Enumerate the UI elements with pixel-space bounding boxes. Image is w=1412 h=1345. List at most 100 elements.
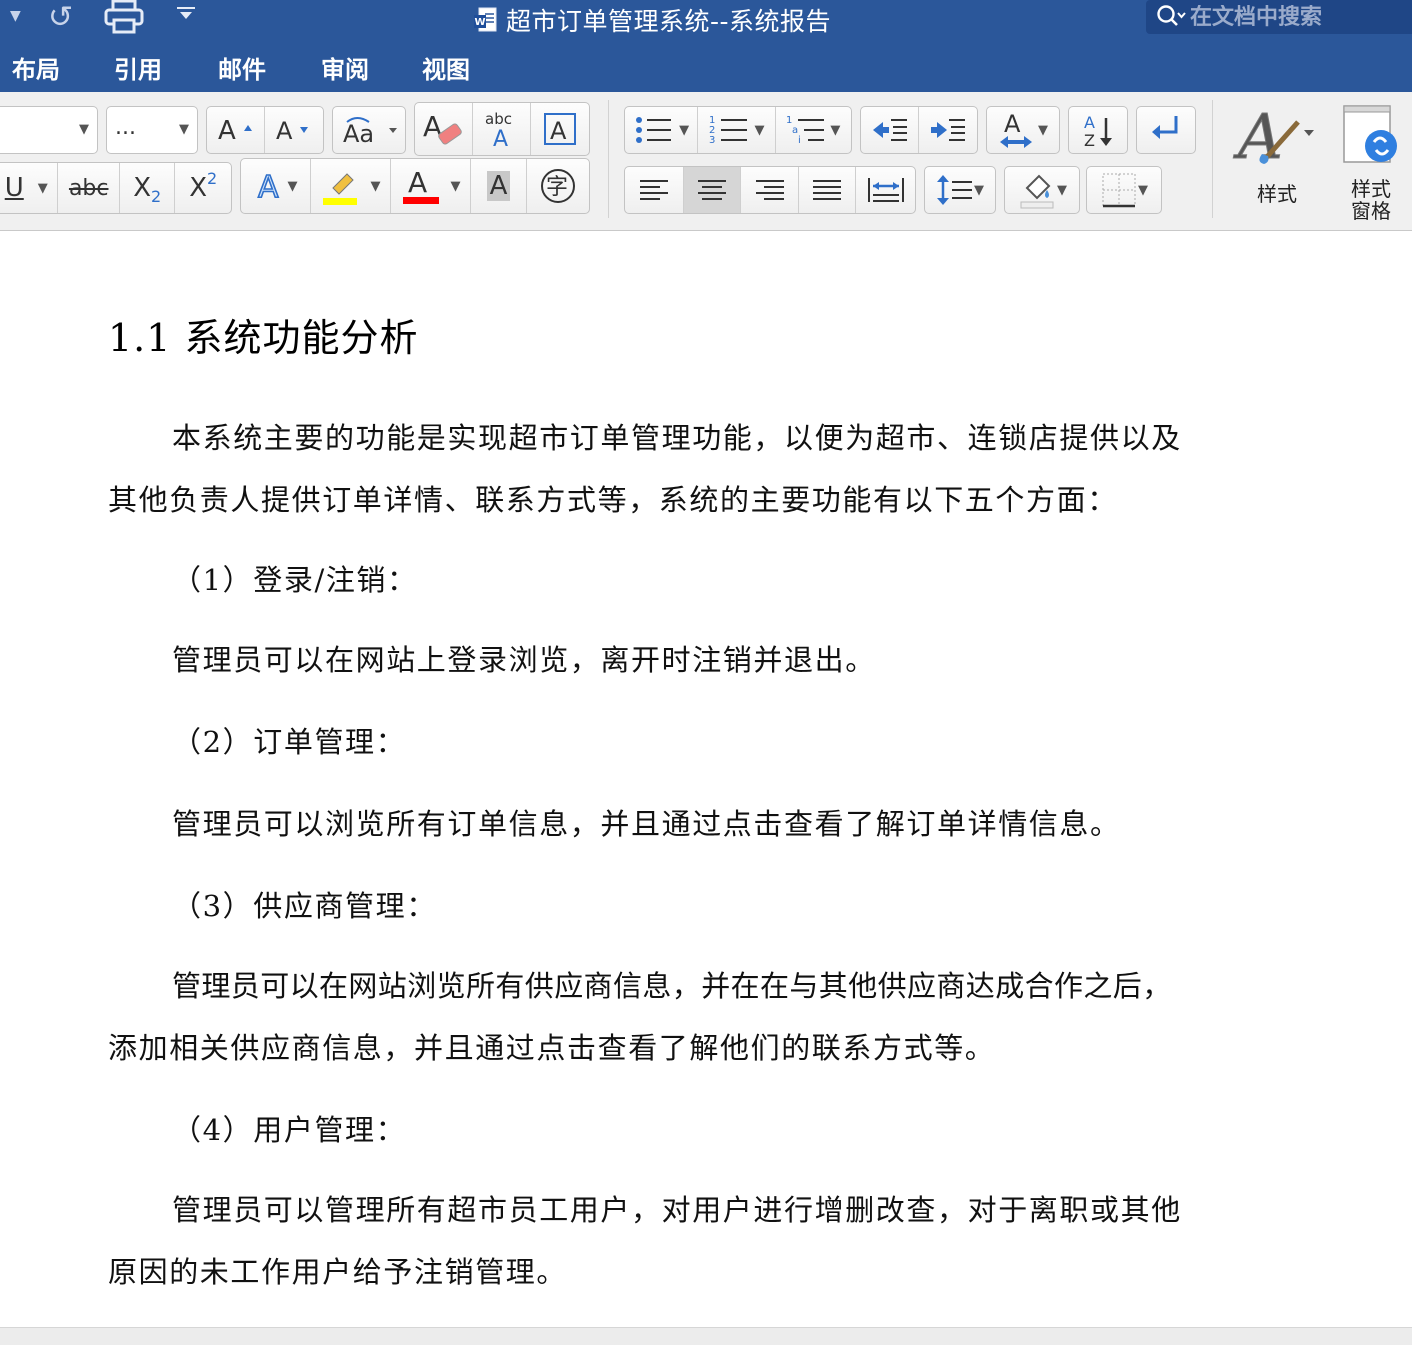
- body-paragraph: 原因的未工作用户给予注销管理。: [108, 1255, 568, 1289]
- enclose-characters-icon[interactable]: 字: [527, 159, 589, 213]
- indent-group: [860, 106, 978, 154]
- body-paragraph: 本系统主要的功能是实现超市订单管理功能，以便为超市、连锁店提供以及: [172, 421, 1182, 455]
- chevron-down-icon[interactable]: ▼: [38, 181, 48, 196]
- borders-icon[interactable]: ▼: [1087, 167, 1161, 213]
- chevron-down-icon[interactable]: ▼: [1057, 183, 1067, 198]
- asian-layout-icon[interactable]: A ▼: [987, 107, 1059, 153]
- underline-icon[interactable]: U ▼: [0, 163, 59, 213]
- tab-layout[interactable]: 布局: [12, 44, 60, 90]
- list-heading: （2）订单管理：: [172, 725, 407, 759]
- borders-group: ▼: [1086, 166, 1162, 214]
- chevron-down-icon[interactable]: ▼: [288, 179, 298, 194]
- svg-text:Z: Z: [1084, 131, 1095, 150]
- chevron-down-icon[interactable]: ▼: [79, 122, 89, 137]
- dropdown-arrow-icon[interactable]: ▼: [10, 8, 21, 24]
- svg-text:A: A: [258, 170, 279, 203]
- font-name-select[interactable]: ▼: [0, 106, 98, 154]
- chevron-down-icon[interactable]: ▼: [830, 123, 840, 138]
- list-heading: （3）供应商管理：: [172, 889, 437, 923]
- superscript-icon[interactable]: X2: [175, 163, 231, 213]
- tab-references[interactable]: 引用: [114, 44, 162, 90]
- body-paragraph: 管理员可以浏览所有订单信息，并且通过点击查看了解订单详情信息。: [172, 807, 1121, 841]
- font-style-group: U ▼ abc X2 X2: [0, 162, 232, 214]
- redo-icon[interactable]: ↺: [48, 0, 73, 35]
- page-gap: [0, 1327, 1412, 1345]
- strikethrough-icon[interactable]: abc: [58, 163, 120, 213]
- svg-text:Aa: Aa: [343, 120, 374, 148]
- chevron-down-icon[interactable]: ▼: [451, 179, 461, 194]
- justify-icon[interactable]: [799, 167, 857, 213]
- styles-pane-label-line1: 样式: [1351, 177, 1391, 201]
- asian-layout-group: A ▼: [986, 106, 1060, 154]
- ribbon-separator: [608, 100, 609, 218]
- character-shading-icon[interactable]: A: [471, 159, 527, 213]
- styles-label: 样式: [1257, 182, 1297, 206]
- tab-review[interactable]: 审阅: [321, 44, 369, 90]
- grow-font-icon[interactable]: A: [207, 107, 265, 153]
- clear-formatting-icon[interactable]: A: [415, 103, 473, 155]
- ribbon-home: ▼ ... ▼ A A Aa A abc A A U ▼ abc X 2 X 2…: [0, 92, 1412, 231]
- styles-button[interactable]: A 样式: [1232, 100, 1322, 218]
- scrolled-text-fragment: [108, 215, 508, 233]
- line-spacing-group: ▼: [924, 166, 996, 214]
- bullets-icon[interactable]: ▼: [625, 107, 699, 153]
- window-title: 超市订单管理系统--系统报告: [506, 7, 832, 36]
- document-page[interactable]: 1.1 系统功能分析 本系统主要的功能是实现超市订单管理功能，以便为超市、连锁店…: [0, 231, 1412, 1345]
- list-group: ▼ 123 ▼ 1ai ▼: [624, 106, 852, 154]
- text-effects-icon[interactable]: A ▼: [241, 159, 311, 213]
- distributed-icon[interactable]: [856, 167, 915, 213]
- svg-text:A: A: [493, 127, 508, 150]
- chevron-down-icon[interactable]: ▼: [179, 122, 189, 137]
- increase-indent-icon[interactable]: [919, 107, 977, 153]
- svg-text:A: A: [276, 117, 293, 145]
- font-size-value: ...: [115, 115, 136, 140]
- print-icon[interactable]: [104, 0, 144, 34]
- customize-toolbar-icon[interactable]: [176, 6, 196, 26]
- svg-text:W: W: [474, 17, 485, 28]
- sort-icon[interactable]: AZ: [1069, 107, 1127, 153]
- shading-icon[interactable]: ▼: [1005, 167, 1079, 213]
- document-search[interactable]: [1146, 0, 1412, 34]
- text-format-group: A abc A A: [414, 102, 590, 156]
- change-case-icon[interactable]: Aa: [333, 107, 405, 153]
- section-heading: 1.1 系统功能分析: [108, 316, 419, 360]
- search-input[interactable]: [1186, 4, 1390, 30]
- styles-pane-label-line2: 窗格: [1351, 199, 1391, 223]
- chevron-down-icon[interactable]: ▼: [1038, 123, 1048, 138]
- decrease-indent-icon[interactable]: [861, 107, 920, 153]
- chevron-down-icon[interactable]: ▼: [679, 123, 689, 138]
- tab-view[interactable]: 视图: [422, 44, 470, 90]
- search-icon[interactable]: [1156, 4, 1186, 30]
- styles-pane-button[interactable]: 样式 窗格: [1336, 100, 1406, 222]
- list-heading: （4）用户管理：: [172, 1113, 407, 1147]
- align-left-icon[interactable]: [625, 167, 684, 213]
- body-paragraph: 添加相关供应商信息，并且通过点击查看了解他们的联系方式等。: [108, 1031, 996, 1065]
- chevron-down-icon[interactable]: ▼: [974, 183, 984, 198]
- tab-mailings[interactable]: 邮件: [218, 44, 266, 90]
- subscript-icon[interactable]: X2: [120, 163, 176, 213]
- highlight-icon[interactable]: ▼: [311, 159, 391, 213]
- window-title-group: W 超市订单管理系统--系统报告: [474, 4, 831, 36]
- chevron-down-icon[interactable]: ▼: [755, 123, 765, 138]
- show-marks-icon[interactable]: [1137, 107, 1195, 153]
- center-icon[interactable]: [683, 167, 742, 213]
- svg-text:A: A: [550, 117, 567, 145]
- numbering-icon[interactable]: 123 ▼: [698, 107, 776, 153]
- styles-icon: A: [1233, 100, 1314, 174]
- phonetic-guide-icon[interactable]: abc A: [473, 103, 531, 155]
- chevron-down-icon[interactable]: ▼: [371, 179, 381, 194]
- font-size-select[interactable]: ... ▼: [106, 106, 198, 154]
- svg-text:A: A: [1004, 110, 1021, 138]
- chevron-down-icon[interactable]: ▼: [1138, 183, 1148, 198]
- ribbon-tab-bar: 布局 引用 邮件 审阅 视图: [0, 44, 470, 90]
- body-paragraph: 管理员可以在网站浏览所有供应商信息，并在在与其他供应商达成合作之后，: [172, 969, 1172, 1003]
- shading-group: ▼: [1004, 166, 1080, 214]
- line-spacing-icon[interactable]: ▼: [925, 167, 995, 213]
- body-paragraph: 其他负责人提供订单详情、联系方式等，系统的主要功能有以下五个方面：: [108, 483, 1118, 517]
- styles-pane-label: 样式 窗格: [1336, 178, 1406, 222]
- shrink-font-icon[interactable]: A: [265, 107, 323, 153]
- multilevel-list-icon[interactable]: 1ai ▼: [776, 107, 851, 153]
- font-color-icon[interactable]: A ▼: [391, 159, 471, 213]
- align-right-icon[interactable]: [741, 167, 799, 213]
- character-border-icon[interactable]: A: [531, 103, 589, 155]
